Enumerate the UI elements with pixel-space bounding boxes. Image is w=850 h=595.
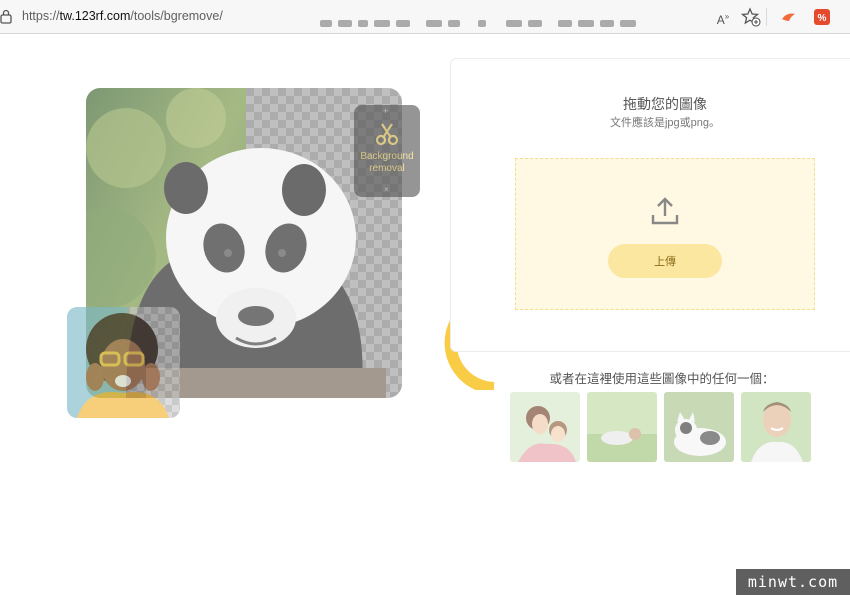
file-dropzone[interactable]: 上傳	[515, 158, 815, 310]
extension-percent-icon[interactable]: %	[811, 6, 833, 28]
read-aloud-icon[interactable]: A»	[712, 6, 734, 28]
background-removal-card: + Background removal ×	[354, 105, 420, 197]
background-removal-label: Background removal	[354, 151, 420, 175]
scissors-icon	[375, 123, 399, 146]
url-host: tw.123rf.com	[59, 9, 131, 23]
card-line1: Background	[360, 151, 414, 162]
heading-glyphs	[320, 20, 636, 27]
page-heading-cutoff	[300, 20, 660, 34]
file-type-hint: 文件應該是jpg或png。	[609, 117, 721, 129]
extension-feather-icon[interactable]	[778, 6, 800, 28]
upload-icon	[651, 197, 679, 225]
lock-icon[interactable]	[0, 9, 12, 24]
hero-person-image	[67, 307, 180, 418]
card-line2: removal	[369, 163, 405, 174]
favorite-star-icon[interactable]	[740, 6, 762, 28]
sample-cat[interactable]	[664, 392, 734, 462]
read-aloud-label: A	[716, 13, 725, 27]
drag-image-title: 拖動您的圖像	[623, 96, 707, 112]
toolbar-separator	[766, 8, 767, 26]
upload-panel: 拖動您的圖像 文件應該是jpg或png。 上傳	[450, 58, 850, 352]
plus-icon: +	[383, 106, 389, 116]
close-icon: ×	[384, 185, 389, 194]
watermark: minwt.com	[736, 569, 850, 595]
sample-images-label: 或者在這裡使用這些圖像中的任何一個：	[549, 372, 775, 386]
sample-man-grass[interactable]	[587, 392, 657, 462]
sample-mother-child[interactable]	[510, 392, 580, 462]
sample-smiling-man[interactable]	[741, 392, 811, 462]
upload-button[interactable]: 上傳	[608, 244, 722, 278]
url-field[interactable]: https://tw.123rf.com/tools/bgremove/	[22, 9, 223, 23]
svg-text:%: %	[818, 13, 827, 24]
url-prefix: https://	[22, 9, 60, 23]
url-path: /tools/bgremove/	[130, 9, 223, 23]
